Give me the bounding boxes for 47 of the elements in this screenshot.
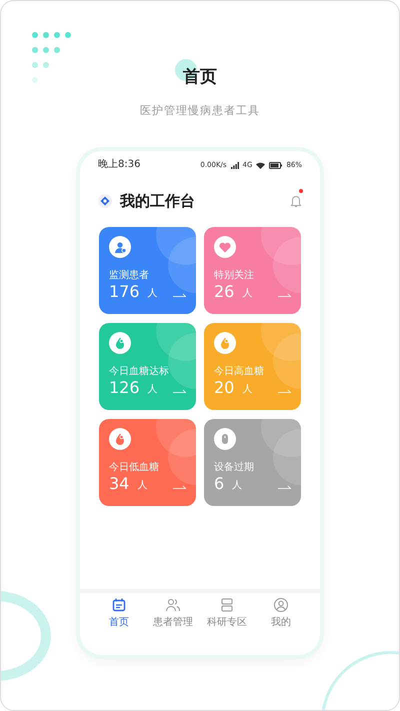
stat-card[interactable]: 今日高血糖 20 人: [204, 323, 301, 410]
card-title: 今日低血糖: [109, 462, 160, 474]
drop-icon: [113, 336, 127, 350]
bell-icon[interactable]: [290, 195, 302, 208]
calendar-icon: [111, 597, 127, 613]
workbench-title: 我的工作台: [120, 190, 195, 212]
drop-icon: [218, 336, 232, 350]
status-time: 晚上8:36: [98, 159, 140, 171]
drop-icon: [113, 432, 127, 446]
tab-item[interactable]: 患者管理: [148, 597, 198, 629]
tab-item[interactable]: 我的: [256, 597, 306, 629]
stat-card[interactable]: 今日血糖达标 126 人: [99, 323, 196, 410]
wifi-icon: [256, 162, 266, 168]
tab-item[interactable]: 科研专区: [202, 597, 252, 629]
count-unit: 人: [148, 383, 158, 397]
person-icon: [113, 240, 127, 254]
dots-decoration: [31, 31, 71, 83]
stat-card[interactable]: 今日低血糖 34 人: [99, 419, 196, 506]
patient-count: 20: [214, 378, 234, 397]
card-title: 特别关注: [214, 270, 255, 282]
user-icon: [273, 597, 289, 613]
patient-count: 6: [214, 474, 224, 493]
heart-icon: [218, 240, 232, 254]
patient-count: 126: [109, 378, 140, 397]
tab-item[interactable]: 首页: [94, 597, 144, 629]
count-unit: 人: [242, 383, 252, 397]
battery-icon: [269, 162, 282, 168]
stat-card[interactable]: 监测患者 176 人: [99, 227, 196, 314]
diamond-icon: [98, 194, 112, 208]
count-unit: 人: [137, 479, 148, 493]
people-icon: [165, 597, 181, 613]
stat-card[interactable]: 设备过期 6 人: [204, 419, 301, 506]
card-title: 监测患者: [109, 270, 150, 282]
count-unit: 人: [242, 287, 252, 301]
patient-count: 26: [214, 282, 234, 301]
patient-count: 176: [109, 282, 140, 301]
stat-card[interactable]: 特别关注 26 人: [204, 227, 301, 314]
card-title: 设备过期: [214, 462, 255, 474]
page-subtitle: 医护管理慢病患者工具: [139, 102, 261, 118]
stack-icon: [219, 597, 235, 613]
card-title: 今日血糖达标: [109, 366, 170, 378]
count-unit: 人: [148, 287, 158, 301]
patient-count: 34: [109, 474, 130, 493]
page-title: 首页: [183, 67, 217, 87]
card-title: 今日高血糖: [214, 366, 265, 378]
count-unit: 人: [232, 479, 242, 493]
signal-icon: [230, 162, 239, 168]
